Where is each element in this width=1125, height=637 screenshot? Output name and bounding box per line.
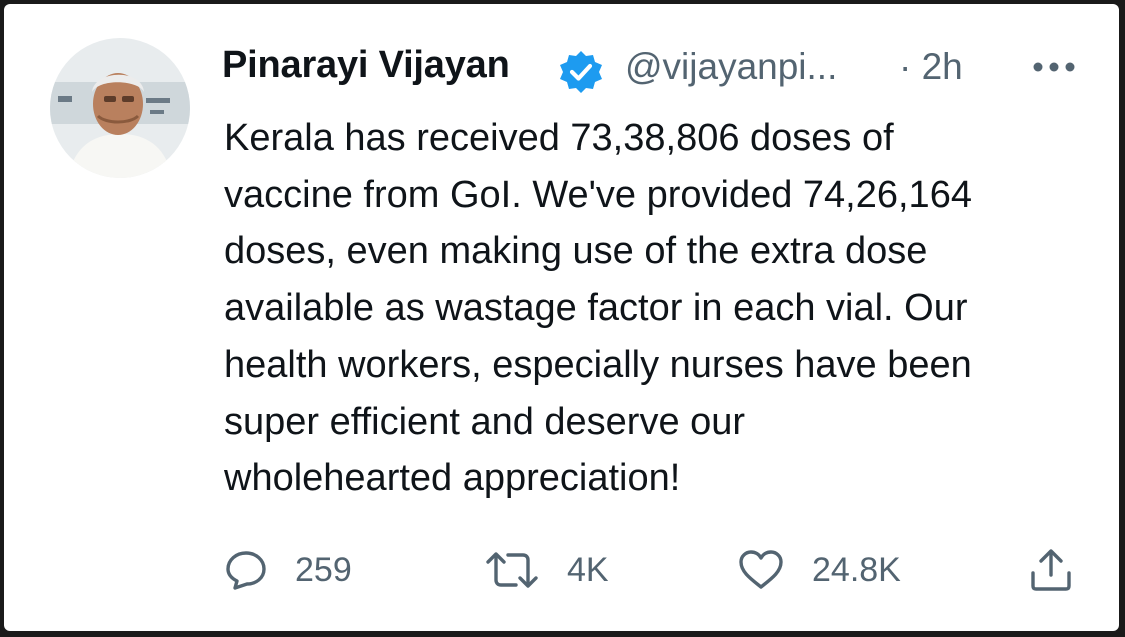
share-upload-icon xyxy=(1031,549,1071,591)
tweet-timestamp[interactable]: · 2h xyxy=(899,46,963,88)
author-name[interactable]: Pinarayi Vijayan xyxy=(222,44,510,87)
tweet-text-line: super efficient and deserve our xyxy=(224,400,746,443)
reply-count: 259 xyxy=(295,550,352,589)
tweet-text-line: Kerala has received 73,38,806 doses of xyxy=(224,117,894,159)
tweet-text-line: available as wastage factor in each vial… xyxy=(224,287,968,330)
tweet-text-line: vaccine from GoI. We've provided 74,26,1… xyxy=(224,173,972,216)
author-handle[interactable]: @vijayanpi... xyxy=(625,46,837,88)
retweet-button[interactable]: 4K xyxy=(484,544,609,596)
like-button[interactable]: 24.8K xyxy=(737,544,901,596)
share-button[interactable] xyxy=(1028,544,1074,596)
more-options-button[interactable] xyxy=(1029,54,1079,80)
tweet-text: Kerala has received 73,38,806 doses of v… xyxy=(224,110,1104,507)
retweet-icon xyxy=(486,552,538,588)
retweet-count: 4K xyxy=(567,550,609,589)
verified-badge-icon xyxy=(557,48,605,96)
tweet-text-line: doses, even making use of the extra dose xyxy=(224,230,928,273)
tweet-text-line: health workers, especially nurses have b… xyxy=(224,343,972,386)
reply-button[interactable]: 259 xyxy=(224,544,352,596)
tweet-card: Pinarayi Vijayan @vijayanpi... · 2h Kera… xyxy=(4,4,1119,631)
like-count: 24.8K xyxy=(812,550,901,589)
heart-icon xyxy=(739,550,783,589)
tweet-text-line: wholehearted appreciation! xyxy=(224,457,681,500)
reply-bubble-icon xyxy=(226,551,266,590)
more-horizontal-icon xyxy=(1033,62,1075,72)
author-avatar[interactable] xyxy=(50,38,190,178)
